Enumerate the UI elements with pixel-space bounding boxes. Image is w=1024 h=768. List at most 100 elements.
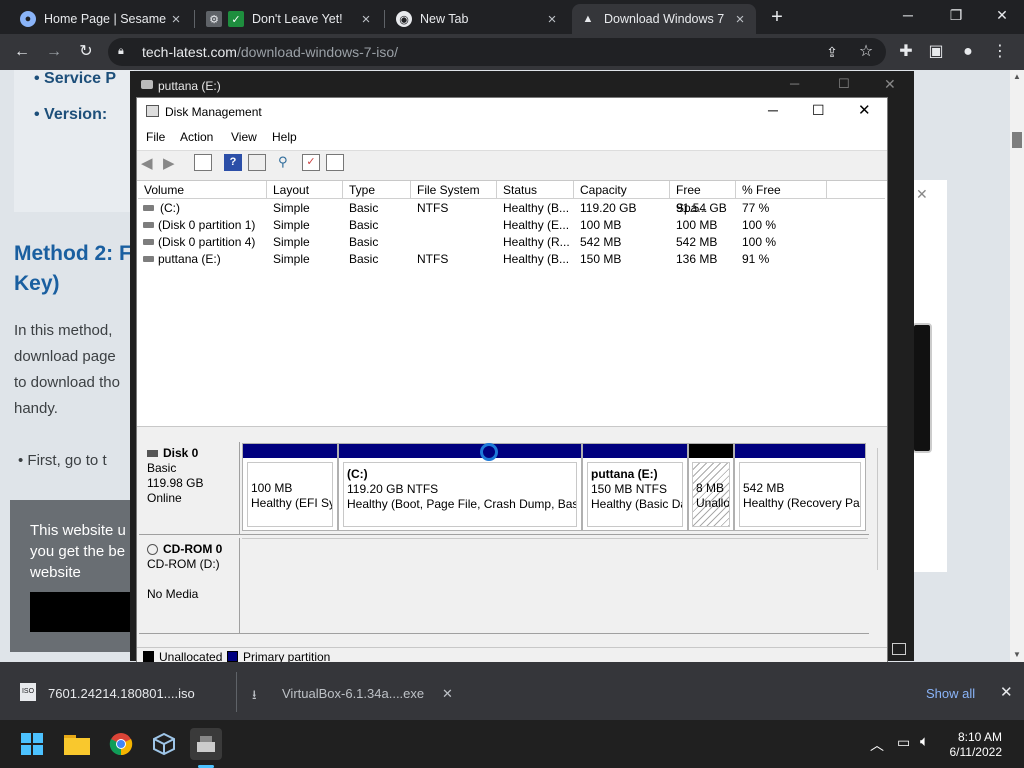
dm-close-icon[interactable]: ✕ — [858, 101, 871, 119]
download-item-iso[interactable]: 7601.24214.180801....iso — [48, 686, 195, 701]
cell-file-system — [417, 217, 497, 234]
scroll-up-icon[interactable]: ▲ — [1012, 72, 1022, 82]
disk-management-app-icon — [146, 105, 159, 117]
iso-file-icon: ISO — [20, 683, 36, 701]
column-status[interactable]: Status — [497, 181, 574, 199]
show-hidden-icons-icon[interactable]: ︿ — [870, 735, 884, 755]
reload-icon[interactable]: ↻ — [74, 40, 98, 64]
partition-c[interactable]: (C:) 119.20 GB NTFS Healthy (Boot, Page … — [338, 443, 582, 531]
puttana-minimize-icon[interactable]: ─ — [790, 76, 799, 91]
partition-bar — [243, 444, 337, 458]
partition-unallocated[interactable]: 8 MB Unallo — [688, 443, 734, 531]
address-domain: tech-latest.com — [142, 44, 237, 60]
column-capacity[interactable]: Capacity — [574, 181, 670, 199]
dm-minimize-icon[interactable]: ─ — [768, 102, 778, 118]
menu-action[interactable]: Action — [180, 130, 213, 144]
column-layout[interactable]: Layout — [267, 181, 343, 199]
close-tab-icon[interactable]: × — [168, 11, 184, 28]
partition-efi[interactable]: 100 MB Healthy (EFI Sys — [242, 443, 338, 531]
forward-arrow-icon[interactable]: ▶ — [163, 154, 181, 172]
minimize-browser-icon[interactable]: ─ — [884, 0, 932, 32]
bookmark-star-icon[interactable]: ☆ — [854, 40, 878, 64]
check-icon[interactable]: ✓ — [302, 154, 320, 171]
properties-icon[interactable] — [248, 154, 266, 171]
column-type[interactable]: Type — [343, 181, 411, 199]
tab-new-tab[interactable]: ◉ New Tab × — [388, 4, 568, 34]
lock-icon[interactable]: 🔒︎ — [118, 45, 128, 59]
puttana-maximize-icon[interactable]: ☐ — [838, 76, 850, 92]
scroll-down-icon[interactable]: ▼ — [1012, 650, 1022, 660]
cell-free-space: 100 MB — [676, 218, 718, 232]
close-tab-icon[interactable]: × — [544, 11, 560, 28]
page-scrollbar-thumb[interactable] — [1012, 132, 1022, 148]
volume-icon[interactable]: 🔈︎ — [920, 733, 929, 750]
menu-view[interactable]: View — [231, 130, 257, 144]
virtualbox-icon[interactable] — [148, 728, 180, 760]
list-icon[interactable] — [326, 154, 344, 171]
side-panel-icon[interactable]: ▣ — [924, 40, 948, 64]
close-tab-icon[interactable]: × — [732, 11, 748, 28]
close-tab-icon[interactable]: × — [358, 11, 374, 28]
back-arrow-icon[interactable]: ◀ — [141, 154, 159, 172]
cookie-accept-button[interactable] — [30, 592, 134, 632]
show-all-downloads-link[interactable]: Show all — [926, 686, 975, 701]
info-box — [14, 70, 134, 212]
cdrom-0-label[interactable]: CD-ROM 0 CD-ROM (D:) No Media — [139, 538, 240, 634]
puttana-close-icon[interactable]: ✕ — [884, 76, 896, 93]
partition-status: Healthy (Boot, Page File, Crash Dump, Ba… — [347, 497, 577, 511]
windows-start-icon[interactable] — [16, 728, 48, 760]
extensions-puzzle-icon[interactable]: ✚ — [894, 40, 918, 64]
disk-separator — [139, 633, 869, 634]
menu-help[interactable]: Help — [272, 130, 297, 144]
column-file-system[interactable]: File System — [411, 181, 497, 199]
help-icon[interactable]: ? — [224, 154, 242, 171]
column-free-space[interactable]: Free Spa... — [670, 181, 736, 215]
page-scrollbar[interactable] — [1010, 70, 1024, 662]
pane-splitter[interactable] — [137, 426, 887, 434]
tab-sesame[interactable]: ● Home Page | Sesame S × — [12, 4, 192, 34]
download-cancel-icon[interactable]: ✕ — [442, 686, 453, 702]
back-arrow-icon[interactable]: ← — [10, 40, 34, 64]
webpage-paragraph: handy. — [14, 400, 58, 417]
profile-avatar-icon[interactable]: ● — [956, 40, 980, 64]
connect-icon[interactable]: ⚲ — [278, 154, 296, 171]
close-browser-icon[interactable]: ✕ — [978, 0, 1024, 32]
graph-scrollbar[interactable] — [877, 448, 883, 570]
address-path: /download-windows-7-iso/ — [236, 44, 399, 60]
show-hide-console-tree-icon[interactable] — [194, 154, 212, 171]
chrome-icon[interactable] — [105, 728, 137, 760]
table-row[interactable]: puttana (E:) Simple Basic NTFS Healthy (… — [138, 251, 886, 268]
download-item-virtualbox[interactable]: VirtualBox-6.1.34a....exe — [282, 686, 424, 701]
menu-file[interactable]: File — [146, 130, 165, 144]
disk-name: Disk 0 — [163, 446, 199, 460]
dm-maximize-icon[interactable]: ☐ — [812, 102, 825, 119]
column-volume[interactable]: Volume — [138, 181, 267, 199]
tab-dont-leave[interactable]: ⚙ ✓ Don't Leave Yet! × — [198, 4, 382, 34]
close-download-shelf-icon[interactable]: ✕ — [1000, 683, 1013, 701]
share-icon[interactable]: ⇪ — [820, 40, 844, 64]
cell-status: Healthy (B... — [503, 252, 570, 266]
table-row[interactable]: (C:) Simple Basic NTFS Healthy (B... 119… — [138, 200, 886, 217]
taskbar-clock[interactable]: 8:10 AM 6/11/2022 — [938, 730, 1003, 760]
puttana-view-icon[interactable] — [892, 643, 906, 655]
restore-browser-icon[interactable]: ❐ — [932, 0, 980, 32]
network-icon[interactable]: ▭ — [897, 734, 910, 751]
disk-management-taskbar-icon[interactable] — [190, 728, 222, 760]
address-bar[interactable]: tech-latest.com/download-windows-7-iso/ — [108, 38, 886, 66]
chrome-menu-icon[interactable]: ⋮ — [988, 40, 1012, 64]
cell-type: Basic — [349, 218, 379, 232]
disk-0-label[interactable]: Disk 0 Basic 119.98 GB Online — [139, 442, 240, 534]
table-row[interactable]: (Disk 0 partition 1) Simple Basic Health… — [138, 217, 886, 234]
partition-body: puttana (E:) 150 MB NTFS Healthy (Basic … — [587, 462, 683, 527]
column-percent-free[interactable]: % Free — [736, 181, 827, 199]
background-dialog-close-icon[interactable]: ✕ — [916, 186, 928, 203]
puzzle-favicon-icon: ⚙ — [206, 11, 222, 27]
file-explorer-icon[interactable] — [61, 728, 93, 760]
partition-puttana[interactable]: puttana (E:) 150 MB NTFS Healthy (Basic … — [582, 443, 688, 531]
partition-recovery[interactable]: 542 MB Healthy (Recovery Par — [734, 443, 866, 531]
sesame-favicon-icon: ● — [20, 11, 36, 27]
table-row[interactable]: (Disk 0 partition 4) Simple Basic Health… — [138, 234, 886, 251]
tab-download-windows-7[interactable]: ▲ Download Windows 7 × — [572, 4, 756, 34]
new-tab-button[interactable]: + — [766, 6, 788, 28]
forward-arrow-icon[interactable]: → — [42, 40, 66, 64]
